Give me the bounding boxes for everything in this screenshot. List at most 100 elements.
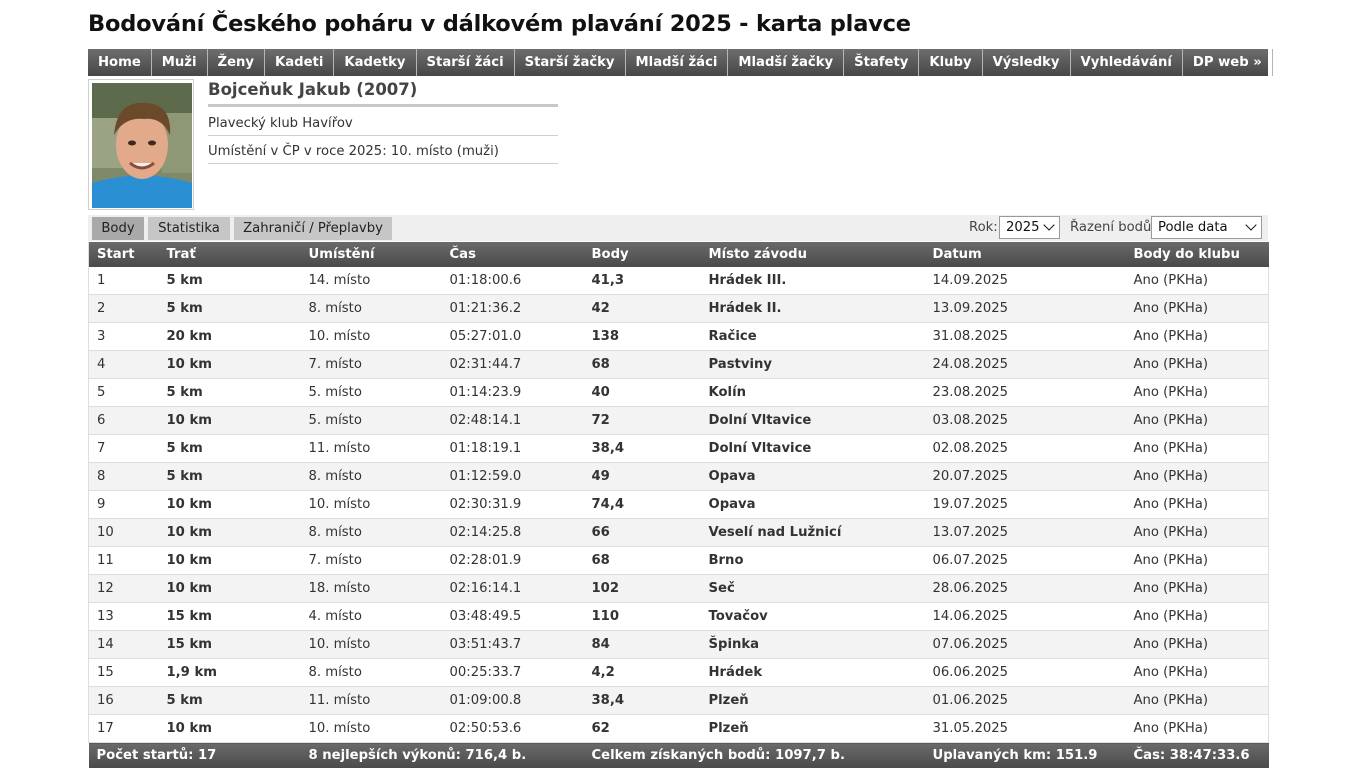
umisteni-cell: 5. místo	[300, 378, 442, 407]
misto-cell[interactable]: Račice	[700, 322, 925, 351]
nav-item[interactable]: Kadeti	[265, 49, 335, 76]
start-cell: 12	[88, 574, 159, 603]
trat-cell: 10 km	[158, 406, 301, 435]
body-cell: 42	[583, 294, 701, 323]
klub-cell: Ano (PKHa)	[1125, 434, 1269, 463]
nav-item[interactable]: Starší žáci	[417, 49, 515, 76]
trat-cell: 5 km	[158, 378, 301, 407]
misto-cell[interactable]: Opava	[700, 462, 925, 491]
klub-cell: Ano (PKHa)	[1125, 546, 1269, 575]
table-row: 13 15 km 4. místo 03:48:49.5 110 Tovačov 14.06…	[88, 602, 1269, 631]
cas-cell: 02:50:53.6	[441, 714, 584, 743]
nav-item[interactable]: Mladší žačky	[728, 49, 845, 76]
misto-cell[interactable]: Hrádek III.	[700, 267, 925, 295]
year-select-value: 2025	[1006, 220, 1040, 235]
trat-cell: 20 km	[158, 322, 301, 351]
nav-item[interactable]: Vyhledávání	[1071, 49, 1183, 76]
datum-cell: 06.06.2025	[924, 658, 1126, 687]
table-row: 3 20 km 10. místo 05:27:01.0 138 Račice 31.08.…	[88, 322, 1269, 351]
misto-cell[interactable]: Plzeň	[700, 714, 925, 743]
cas-cell: 02:30:31.9	[441, 490, 584, 519]
misto-cell[interactable]: Opava	[700, 490, 925, 519]
column-header: Body do klubu	[1125, 242, 1269, 267]
trat-cell: 15 km	[158, 602, 301, 631]
nav-item[interactable]: Starší žačky	[515, 49, 626, 76]
nav-item[interactable]: Štafety	[844, 49, 920, 76]
table-row: 55 km 5. místo 01:14:23.9 40 Kolín 23.08.2025…	[88, 378, 1269, 407]
tab-body[interactable]: Body	[92, 217, 144, 240]
table-footer: Počet startů: 17 8 nejlepších výkonů: 716…	[88, 742, 1269, 768]
trat-cell: 5 km	[158, 686, 301, 715]
nav-item[interactable]: Home	[88, 49, 152, 76]
start-cell: 5	[88, 378, 159, 407]
nav-item[interactable]: Muži	[152, 49, 208, 76]
misto-cell[interactable]: Kolín	[700, 378, 925, 407]
start-cell: 13	[88, 602, 159, 631]
datum-cell: 23.08.2025	[924, 378, 1126, 407]
nav-item[interactable]: Výsledky	[983, 49, 1071, 76]
nav-item[interactable]: Ženy	[208, 49, 266, 76]
misto-cell[interactable]: Brno	[700, 546, 925, 575]
misto-cell[interactable]: Hrádek II.	[700, 294, 925, 323]
sort-select[interactable]: Podle data	[1151, 216, 1262, 239]
table-row: 75 km 11. místo 01:18:19.1 38,4 Dolní Vltavi…	[88, 434, 1269, 463]
misto-cell[interactable]: Dolní Vltavice	[700, 434, 925, 463]
column-header: Místo závodu	[700, 242, 925, 267]
start-cell: 6	[88, 406, 159, 435]
page-title: Bodování Českého poháru v dálkovém plavá…	[88, 11, 911, 37]
table-header: Start Trať Umístění Čas Body Místo závodu Datu…	[88, 242, 1269, 267]
misto-cell[interactable]: Hrádek	[700, 658, 925, 687]
datum-cell: 19.07.2025	[924, 490, 1126, 519]
table-row: 14 15 km 10. místo 03:51:43.7 84 Špinka 07.06.…	[88, 630, 1269, 659]
umisteni-cell: 11. místo	[300, 434, 442, 463]
umisteni-cell: 10. místo	[300, 490, 442, 519]
nav-item[interactable]: Mladší žáci	[626, 49, 729, 76]
misto-cell[interactable]: Plzeň	[700, 686, 925, 715]
column-header: Čas	[441, 242, 584, 267]
datum-cell: 13.07.2025	[924, 518, 1126, 547]
misto-cell[interactable]: Dolní Vltavice	[700, 406, 925, 435]
swimmer-name: Bojceňuk Jakub (2007)	[208, 80, 558, 107]
column-header: Body	[583, 242, 701, 267]
misto-cell[interactable]: Seč	[700, 574, 925, 603]
column-header: Start	[88, 242, 159, 267]
start-cell: 4	[88, 350, 159, 379]
body-cell: 4,2	[583, 658, 701, 687]
start-cell: 1	[88, 267, 159, 295]
misto-cell[interactable]: Špinka	[700, 630, 925, 659]
umisteni-cell: 14. místo	[300, 267, 442, 295]
main-nav: Home Muži Ženy Kadeti Kadetky Starší žáci Star…	[88, 49, 1273, 76]
body-cell: 66	[583, 518, 701, 547]
tab-zahranici[interactable]: Zahraničí / Přeplavby	[234, 217, 392, 240]
cas-cell: 02:14:25.8	[441, 518, 584, 547]
nav-item[interactable]: Kluby	[919, 49, 983, 76]
body-cell: 38,4	[583, 434, 701, 463]
cas-cell: 01:09:00.8	[441, 686, 584, 715]
table-row: 9 10 km 10. místo 02:30:31.9 74,4 Opava 19.07.…	[88, 490, 1269, 519]
cas-cell: 01:18:19.1	[441, 434, 584, 463]
misto-cell[interactable]: Tovačov	[700, 602, 925, 631]
cas-cell: 05:27:01.0	[441, 322, 584, 351]
misto-cell[interactable]: Pastviny	[700, 350, 925, 379]
nav-item[interactable]: DP web »	[1183, 49, 1273, 76]
table-row: 15 km 14. místo 01:18:00.6 41,3 Hrádek III. 1…	[88, 267, 1269, 295]
start-cell: 11	[88, 546, 159, 575]
year-select[interactable]: 2025	[999, 216, 1060, 239]
umisteni-cell: 11. místo	[300, 686, 442, 715]
klub-cell: Ano (PKHa)	[1125, 350, 1269, 379]
table-row: 17 10 km 10. místo 02:50:53.6 62 Plzeň 31.05.2…	[88, 714, 1269, 743]
misto-cell[interactable]: Veselí nad Lužnicí	[700, 518, 925, 547]
cas-cell: 03:51:43.7	[441, 630, 584, 659]
tab-statistika[interactable]: Statistika	[148, 217, 230, 240]
start-cell: 7	[88, 434, 159, 463]
nav-item[interactable]: Kadetky	[334, 49, 417, 76]
cas-cell: 00:25:33.7	[441, 658, 584, 687]
chevron-down-icon	[1043, 219, 1055, 231]
trat-cell: 5 km	[158, 434, 301, 463]
datum-cell: 31.08.2025	[924, 322, 1126, 351]
trat-cell: 10 km	[158, 574, 301, 603]
klub-cell: Ano (PKHa)	[1125, 378, 1269, 407]
body-cell: 102	[583, 574, 701, 603]
swimmer-ranking: Umístění v ČP v roce 2025: 10. místo (mu…	[208, 139, 558, 164]
klub-cell: Ano (PKHa)	[1125, 630, 1269, 659]
